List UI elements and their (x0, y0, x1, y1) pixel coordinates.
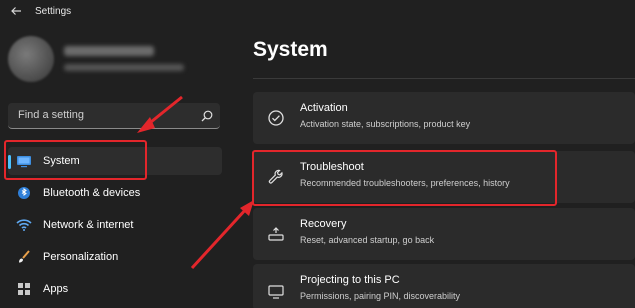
annotation-arrows (137, 95, 254, 270)
arrow-to-system (137, 95, 183, 133)
arrow-to-troubleshoot (190, 200, 254, 270)
